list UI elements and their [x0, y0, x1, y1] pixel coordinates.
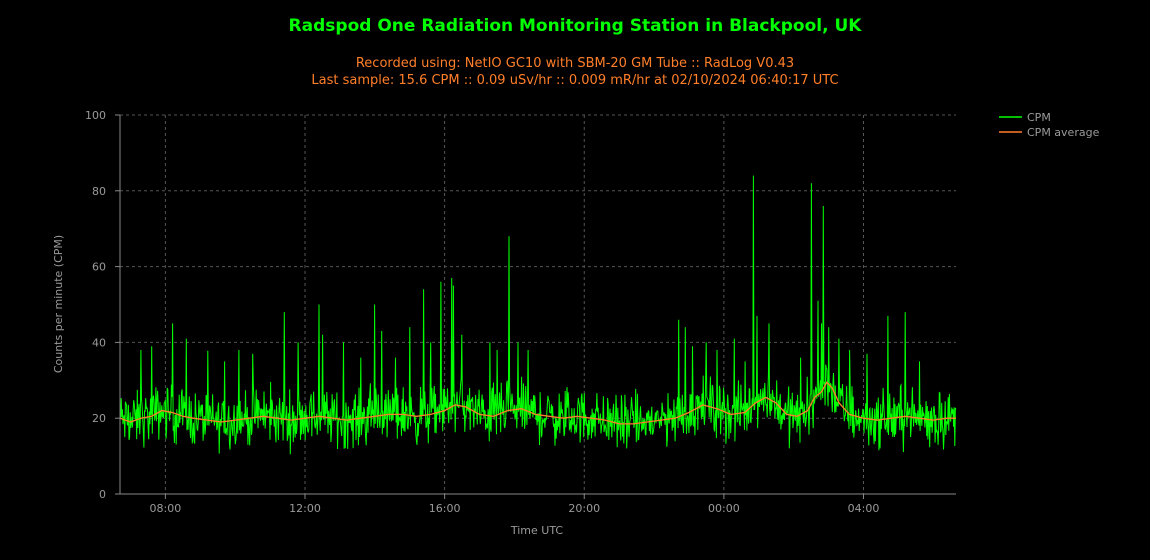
- x-axis-label: Time UTC: [510, 524, 564, 537]
- legend-label-cpm-average: CPM average: [1027, 126, 1100, 139]
- x-axis-ticks: 08:00 12:00 16:00 20:00 00:00 04:00: [150, 494, 880, 515]
- y-tick-label: 60: [92, 261, 106, 274]
- x-tick-label: 00:00: [708, 502, 740, 515]
- y-tick-label: 100: [85, 109, 106, 122]
- y-tick-label: 40: [92, 336, 106, 349]
- y-axis-ticks: 0 20 40 60 80 100: [85, 109, 120, 501]
- radiation-chart: 0 20 40 60 80 100 08:00 12:00 16:00 20:00 00:00 04…: [52, 109, 1100, 537]
- series-cpm-line: [119, 175, 957, 455]
- y-tick-label: 0: [99, 488, 106, 501]
- grid-lines: [120, 114, 956, 494]
- x-tick-label: 04:00: [848, 502, 880, 515]
- series-layer: [119, 175, 957, 455]
- y-axis-label: Counts per minute (CPM): [52, 235, 65, 373]
- y-tick-label: 80: [92, 185, 106, 198]
- legend: CPM CPM average: [999, 111, 1100, 139]
- y-tick-label: 20: [92, 412, 106, 425]
- x-tick-label: 20:00: [568, 502, 600, 515]
- x-tick-label: 08:00: [150, 502, 182, 515]
- x-tick-label: 16:00: [429, 502, 461, 515]
- x-tick-label: 12:00: [289, 502, 321, 515]
- legend-label-cpm: CPM: [1027, 111, 1051, 124]
